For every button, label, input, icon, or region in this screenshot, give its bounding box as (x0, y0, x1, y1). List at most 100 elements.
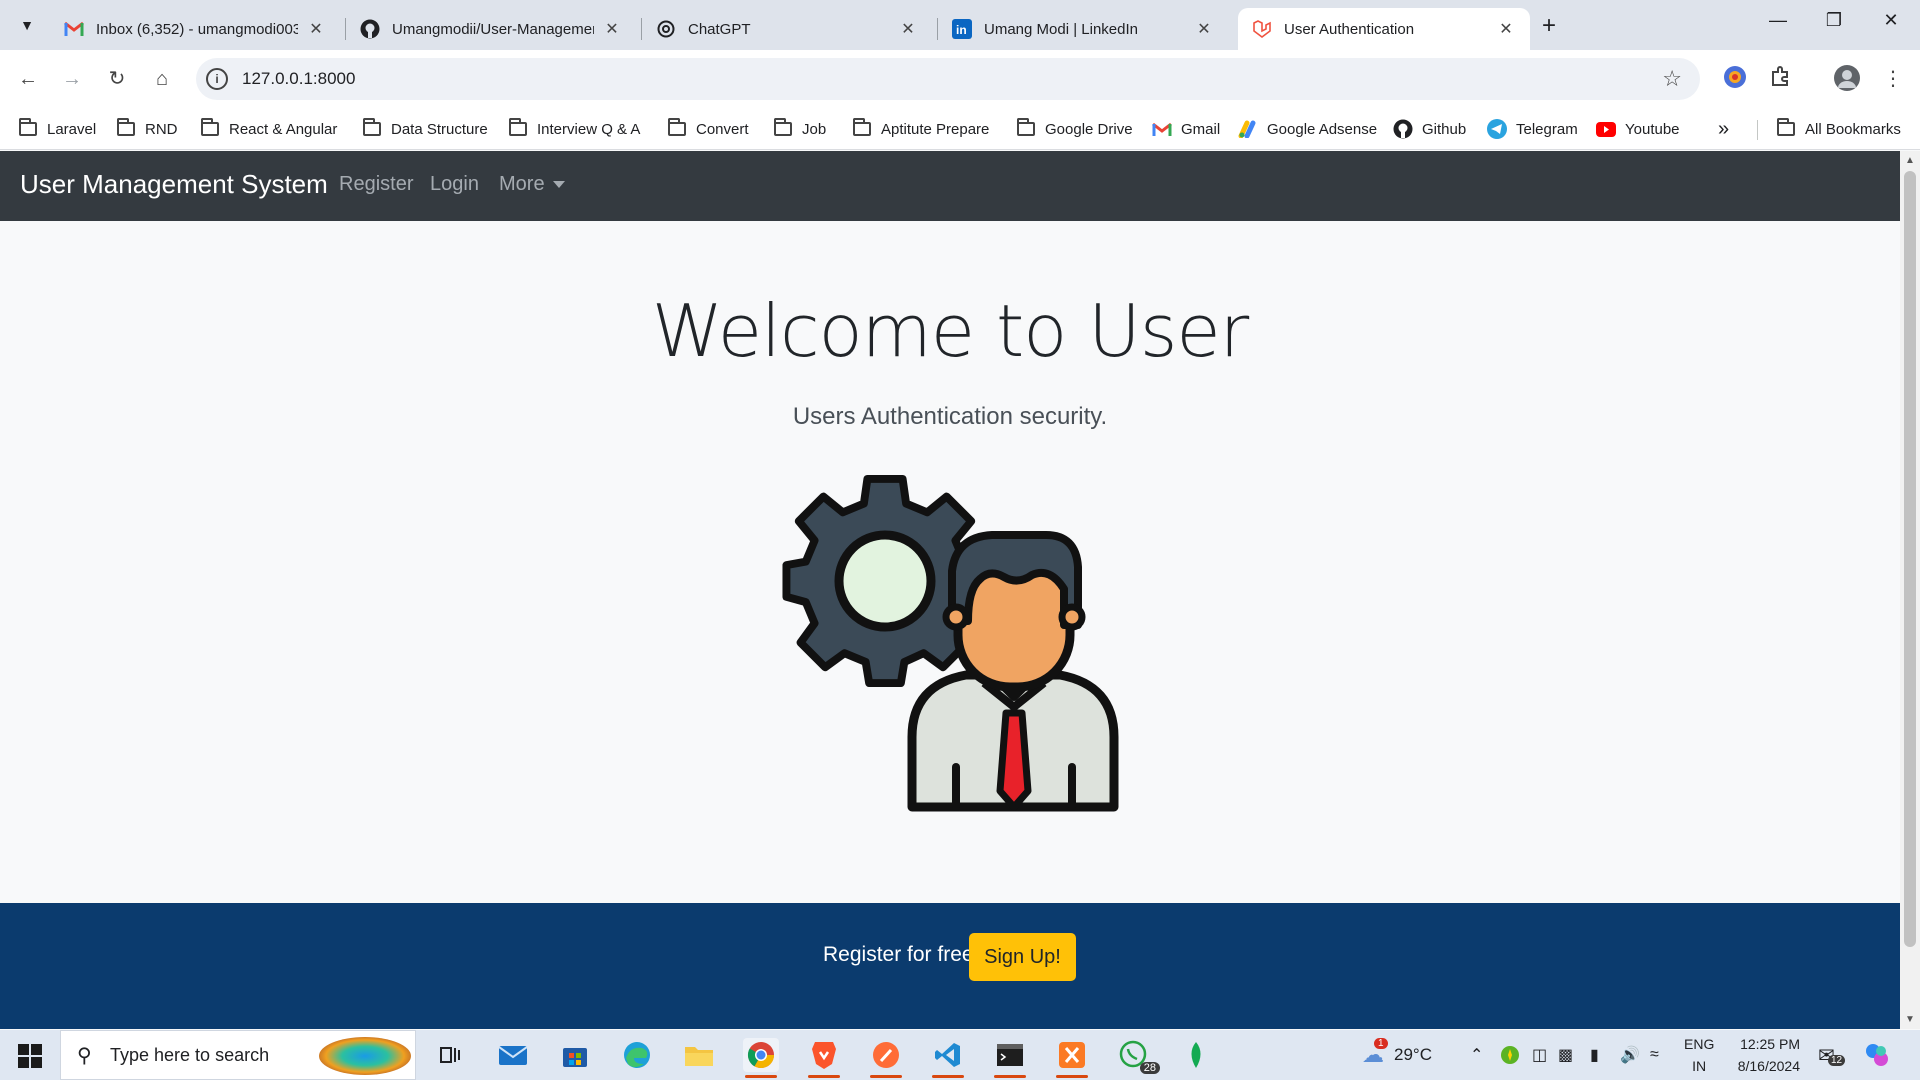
mongodb-app-icon[interactable] (1178, 1038, 1214, 1072)
bookmark-telegram[interactable]: Telegram (1487, 116, 1578, 142)
bookmarks-overflow-button[interactable]: » (1718, 116, 1729, 142)
task-view-icon[interactable] (432, 1038, 468, 1072)
notification-center-icon[interactable]: ✉ 12 (1818, 1030, 1846, 1080)
folder-icon (1776, 118, 1796, 137)
tab-github[interactable]: Umangmodii/User-Management ✕ (346, 8, 636, 50)
sign-up-button[interactable]: Sign Up! (969, 933, 1076, 981)
url-text[interactable]: 127.0.0.1:8000 (242, 69, 355, 89)
scroll-up-arrow-icon[interactable]: ▲ (1905, 155, 1915, 166)
tray-app-icon[interactable] (1500, 1030, 1520, 1080)
bookmark-label: Laravel (47, 120, 97, 138)
bookmark-label: Convert (696, 120, 749, 138)
folder-icon (667, 118, 687, 137)
brave-browser-icon[interactable] (806, 1038, 842, 1078)
adsense-icon (1238, 120, 1258, 138)
region-code: IN (1692, 1058, 1707, 1074)
extension-icon[interactable] (1720, 64, 1750, 94)
edge-browser-icon[interactable] (619, 1038, 655, 1072)
weather-widget[interactable]: ☁ 1 29°C (1362, 1030, 1432, 1080)
nav-login-link[interactable]: Login (430, 173, 479, 196)
show-hidden-icons-chevron-icon[interactable]: ⌃ (1470, 1030, 1483, 1080)
mail-app-icon[interactable] (495, 1038, 531, 1072)
whatsapp-badge: 28 (1139, 1062, 1160, 1074)
address-bar[interactable]: i 127.0.0.1:8000 ☆ (196, 58, 1700, 100)
bookmark-interview[interactable]: Interview Q & A (508, 116, 640, 142)
chrome-browser-icon[interactable] (743, 1038, 779, 1078)
bookmark-laravel[interactable]: Laravel (18, 116, 96, 142)
bookmark-label: Youtube (1625, 120, 1680, 138)
file-explorer-icon[interactable] (681, 1038, 717, 1072)
tab-linkedin[interactable]: in Umang Modi | LinkedIn ✕ (938, 8, 1228, 50)
close-tab-icon[interactable]: ✕ (306, 19, 326, 39)
store-app-icon[interactable] (557, 1038, 593, 1072)
bookmark-github[interactable]: Github (1393, 116, 1466, 142)
home-button[interactable]: ⌂ (147, 64, 177, 94)
copilot-icon[interactable] (1864, 1030, 1890, 1080)
reload-button[interactable]: ↻ (102, 64, 132, 94)
bookmark-gmail[interactable]: Gmail (1152, 116, 1220, 142)
scrollbar-thumb[interactable] (1904, 171, 1916, 947)
battery-icon[interactable]: ▮ (1590, 1030, 1599, 1080)
folder-icon (773, 118, 793, 137)
bookmark-job[interactable]: Job (773, 116, 826, 142)
language-indicator[interactable]: ENG IN (1684, 1030, 1714, 1080)
tab-search-button[interactable]: ▼ (12, 10, 42, 40)
bookmark-youtube[interactable]: Youtube (1596, 116, 1680, 142)
meet-now-icon[interactable]: ◫ (1532, 1030, 1547, 1080)
bookmark-aptitute[interactable]: Aptitute Prepare (852, 116, 989, 142)
nav-register-link[interactable]: Register (339, 173, 413, 196)
xampp-app-icon[interactable] (1054, 1038, 1090, 1078)
page-viewport: User Management System Register Login Mo… (0, 151, 1900, 1029)
bookmark-google-drive[interactable]: Google Drive (1016, 116, 1133, 142)
bookmark-rnd[interactable]: RND (116, 116, 178, 142)
vscode-app-icon[interactable] (930, 1038, 966, 1078)
navbar-brand[interactable]: User Management System (20, 169, 328, 200)
security-icon[interactable]: ▩ (1558, 1030, 1573, 1080)
scroll-down-arrow-icon[interactable]: ▼ (1905, 1014, 1915, 1025)
folder-icon (508, 118, 528, 137)
tab-title: Umang Modi | LinkedIn (984, 20, 1138, 38)
wifi-icon[interactable]: ≈ (1650, 1030, 1659, 1080)
volume-icon[interactable]: 🔊 (1620, 1030, 1640, 1080)
extensions-puzzle-icon[interactable] (1766, 64, 1796, 94)
nav-more-dropdown[interactable]: More (499, 173, 565, 196)
tab-gmail[interactable]: Inbox (6,352) - umangmodi003 ✕ (50, 8, 340, 50)
tab-user-authentication[interactable]: User Authentication ✕ (1238, 8, 1530, 50)
bookmark-data-structure[interactable]: Data Structure (362, 116, 488, 142)
close-window-button[interactable]: ✕ (1871, 10, 1911, 31)
terminal-app-icon[interactable] (992, 1038, 1028, 1078)
close-tab-icon[interactable]: ✕ (602, 19, 622, 39)
bookmark-label: React & Angular (229, 120, 338, 138)
close-tab-icon[interactable]: ✕ (898, 19, 918, 39)
close-tab-icon[interactable]: ✕ (1496, 19, 1516, 39)
bookmark-react-angular[interactable]: React & Angular (200, 116, 337, 142)
new-tab-button[interactable]: + (1542, 12, 1556, 40)
bookmark-label: Interview Q & A (537, 120, 641, 138)
bookmark-google-adsense[interactable]: Google Adsense (1238, 116, 1377, 142)
close-tab-icon[interactable]: ✕ (1194, 19, 1214, 39)
bookmark-star-icon[interactable]: ☆ (1662, 66, 1682, 92)
bookmark-label: Telegram (1516, 120, 1578, 138)
site-info-icon[interactable]: i (206, 68, 228, 90)
bookmark-label: Gmail (1181, 120, 1221, 138)
bookmark-label: Github (1422, 120, 1467, 138)
minimize-button[interactable]: — (1758, 10, 1798, 31)
whatsapp-app-icon[interactable]: 28 (1116, 1038, 1160, 1074)
windows-start-icon[interactable] (18, 1044, 42, 1068)
page-scrollbar[interactable]: ▲ ▼ (1900, 151, 1920, 1029)
all-bookmarks-button[interactable]: All Bookmarks (1776, 116, 1901, 142)
tab-title: User Authentication (1284, 20, 1415, 38)
language-code: ENG (1684, 1036, 1715, 1052)
clock[interactable]: 12:25 PM 8/16/2024 (1726, 1030, 1800, 1080)
postman-app-icon[interactable] (868, 1038, 904, 1078)
chatgpt-icon (656, 19, 676, 39)
back-button[interactable]: ← (13, 64, 43, 94)
bookmark-convert[interactable]: Convert (667, 116, 749, 142)
profile-avatar[interactable] (1832, 64, 1862, 94)
folder-icon (18, 118, 38, 137)
forward-button[interactable]: → (57, 64, 87, 94)
tab-chatgpt[interactable]: ChatGPT ✕ (642, 8, 932, 50)
taskbar-search-box[interactable]: ⚲ Type here to search (60, 1030, 416, 1080)
restore-button[interactable]: ❐ (1814, 10, 1854, 31)
browser-menu-icon[interactable]: ⋮ (1878, 64, 1908, 94)
